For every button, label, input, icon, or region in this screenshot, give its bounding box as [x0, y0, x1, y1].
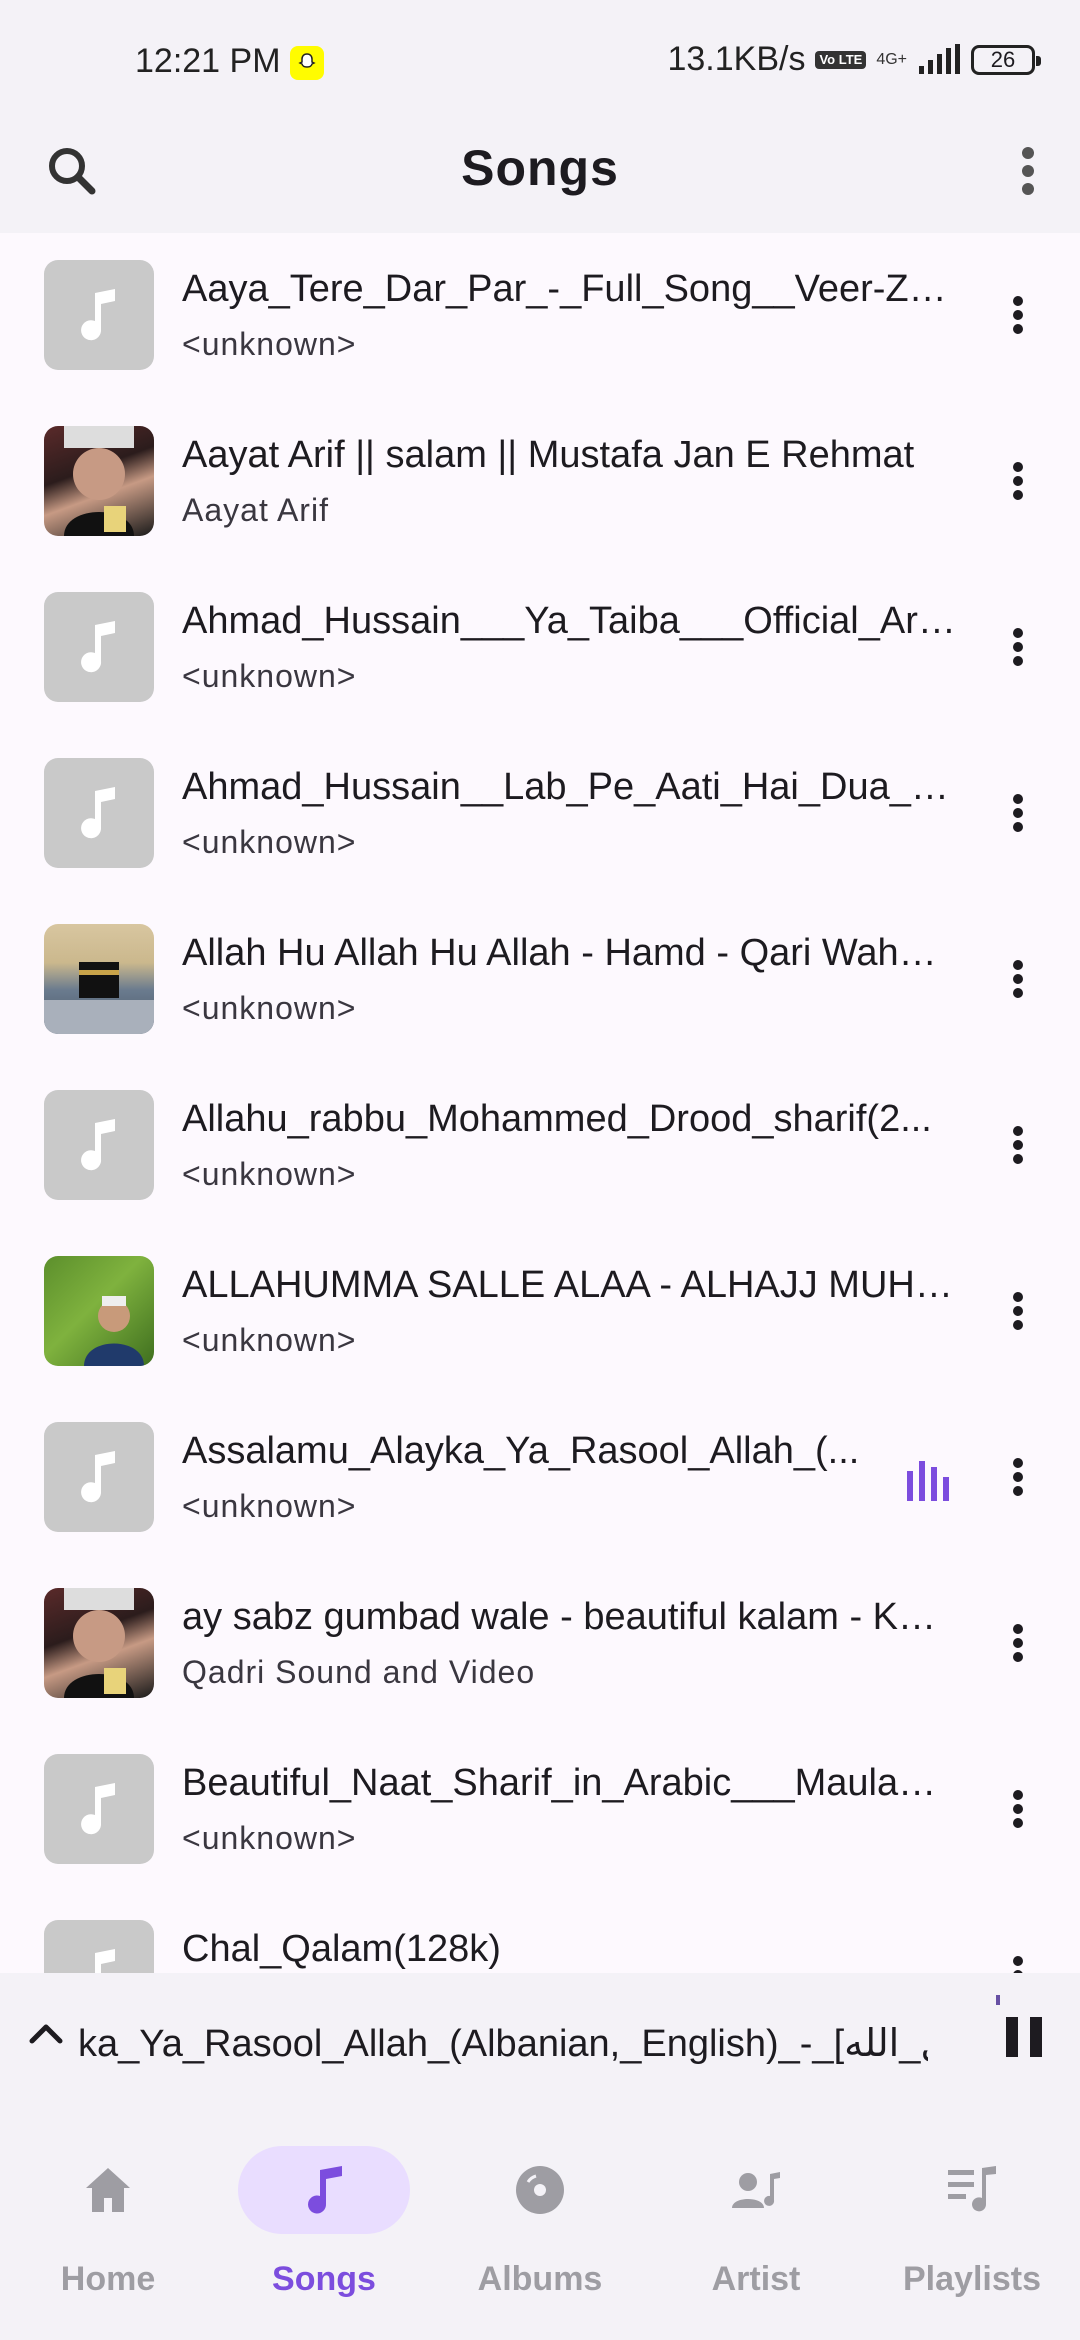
- song-thumbnail-placeholder: [44, 1422, 154, 1532]
- music-note-icon: [81, 787, 115, 839]
- song-artist: <unknown>: [182, 326, 357, 362]
- nav-artist-label: Artist: [711, 2260, 801, 2298]
- song-more-vert-icon[interactable]: [986, 283, 1050, 347]
- nav-albums[interactable]: Albums: [432, 2113, 648, 2340]
- song-row[interactable]: Aayat Arif || salam || Mustafa Jan E Reh…: [0, 399, 1080, 565]
- music-note-icon: [95, 1949, 115, 1973]
- song-artist: <unknown>: [182, 1322, 357, 1358]
- song-more-vert-icon[interactable]: [986, 1943, 1050, 1973]
- song-list[interactable]: Aaya_Tere_Dar_Par_-_Full_Song__Veer-Zara…: [0, 233, 1080, 1973]
- song-artist: <unknown>: [182, 1488, 357, 1524]
- song-more-vert-icon[interactable]: [986, 1445, 1050, 1509]
- pause-icon[interactable]: [996, 2009, 1052, 2065]
- song-thumbnail-placeholder: [44, 758, 154, 868]
- song-more-vert-icon[interactable]: [986, 1777, 1050, 1841]
- song-row[interactable]: Ahmad_Hussain___Ya_Taiba___Official_Arab…: [0, 565, 1080, 731]
- album-icon: [516, 2166, 564, 2214]
- song-title: Ahmad_Hussain__Lab_Pe_Aati_Hai_Dua__Offi…: [182, 766, 957, 808]
- song-row[interactable]: Beautiful_Naat_Sharif_in_Arabic___Maula_…: [0, 1727, 1080, 1893]
- song-row[interactable]: Ahmad_Hussain__Lab_Pe_Aati_Hai_Dua__Offi…: [0, 731, 1080, 897]
- song-title: Ahmad_Hussain___Ya_Taiba___Official_Arab…: [182, 600, 957, 642]
- music-note-icon: [81, 621, 115, 673]
- song-thumbnail-placeholder: [44, 592, 154, 702]
- song-row[interactable]: Allahu_rabbu_Mohammed_Drood_sharif(2... <…: [0, 1063, 1080, 1229]
- bottom-navigation: Home Songs Albums Artist Playlists: [0, 2113, 1080, 2340]
- now-playing-equalizer-icon: [907, 1461, 949, 1501]
- song-title: Chal_Qalam(128k): [182, 1928, 501, 1970]
- song-row[interactable]: Chal_Qalam(128k): [0, 1893, 1080, 1973]
- music-note-icon: [81, 1119, 115, 1171]
- music-note-icon: [81, 289, 115, 341]
- home-icon: [86, 2168, 130, 2212]
- song-title: Beautiful_Naat_Sharif_in_Arabic___Maula_…: [182, 1762, 957, 1804]
- nav-artist[interactable]: Artist: [648, 2113, 864, 2340]
- song-more-vert-icon[interactable]: [986, 781, 1050, 845]
- nav-playlists[interactable]: Playlists: [864, 2113, 1080, 2340]
- overflow-menu-button[interactable]: [988, 139, 1052, 203]
- artist-icon: [732, 2172, 780, 2208]
- chevron-up-icon[interactable]: [24, 2013, 68, 2057]
- song-row[interactable]: ALLAHUMMA SALLE ALAA - ALHAJJ MUHAMMAD <u…: [0, 1229, 1080, 1395]
- battery-icon: 26: [971, 44, 1041, 75]
- song-title: ay sabz gumbad wale - beautiful kalam - …: [182, 1596, 957, 1638]
- song-more-vert-icon[interactable]: [986, 1113, 1050, 1177]
- now-playing-title: ka_Ya_Rasool_Allah_(Albanian,_English)_-…: [78, 2023, 928, 2065]
- song-thumbnail-image: [44, 924, 154, 1034]
- song-thumbnail-image: [44, 426, 154, 536]
- volte-icon: Vo LTE: [815, 50, 867, 69]
- status-time: 12:21 PM: [135, 42, 281, 80]
- song-artist: Aayat Arif: [182, 492, 329, 528]
- more-vert-icon: [1022, 147, 1034, 195]
- app-bar: Songs: [0, 125, 1080, 233]
- song-more-vert-icon[interactable]: [986, 615, 1050, 679]
- playlist-icon: [948, 2166, 996, 2212]
- mini-player-progress: [996, 1995, 1000, 2005]
- nav-songs-label: Songs: [272, 2260, 376, 2298]
- nav-playlists-label: Playlists: [903, 2260, 1041, 2298]
- song-thumbnail-placeholder: [44, 260, 154, 370]
- song-row[interactable]: ay sabz gumbad wale - beautiful kalam - …: [0, 1561, 1080, 1727]
- nav-home[interactable]: Home: [0, 2113, 216, 2340]
- status-bar: 12:21 PM 13.1KB/s Vo LTE 4G+ 26: [0, 0, 1080, 125]
- song-thumbnail-placeholder: [44, 1920, 154, 1973]
- song-artist: <unknown>: [182, 658, 357, 694]
- song-more-vert-icon[interactable]: [986, 449, 1050, 513]
- song-thumbnail-placeholder: [44, 1754, 154, 1864]
- song-thumbnail-image: [44, 1588, 154, 1698]
- song-row[interactable]: Assalamu_Alayka_Ya_Rasool_Allah_(... <unk…: [0, 1395, 1080, 1561]
- song-more-vert-icon[interactable]: [986, 1279, 1050, 1343]
- song-row[interactable]: Aaya_Tere_Dar_Par_-_Full_Song__Veer-Zara…: [0, 233, 1080, 399]
- song-artist: Qadri Sound and Video: [182, 1654, 536, 1690]
- song-thumbnail-placeholder: [44, 1090, 154, 1200]
- song-artist: <unknown>: [182, 990, 357, 1026]
- signal-icon: [919, 43, 960, 74]
- page-title: Songs: [461, 140, 619, 196]
- nav-songs[interactable]: Songs: [216, 2113, 432, 2340]
- song-title: Allah Hu Allah Hu Allah - Hamd - Qari Wa…: [182, 932, 957, 974]
- nav-home-label: Home: [60, 2260, 156, 2298]
- song-row[interactable]: Allah Hu Allah Hu Allah - Hamd - Qari Wa…: [0, 897, 1080, 1063]
- song-thumbnail-image: [44, 1256, 154, 1366]
- mini-player[interactable]: ka_Ya_Rasool_Allah_(Albanian,_English)_-…: [0, 1973, 1080, 2113]
- music-note-icon: [308, 2166, 342, 2214]
- network-type: 4G+: [876, 50, 907, 68]
- song-more-vert-icon[interactable]: [986, 1611, 1050, 1675]
- snapchat-notification-icon: [290, 46, 324, 80]
- song-title: Aayat Arif || salam || Mustafa Jan E Reh…: [182, 434, 915, 476]
- song-title: Allahu_rabbu_Mohammed_Drood_sharif(2...: [182, 1098, 932, 1140]
- network-speed: 13.1KB/s: [667, 40, 806, 78]
- song-title: ALLAHUMMA SALLE ALAA - ALHAJJ MUHAMMAD: [182, 1264, 957, 1306]
- music-note-icon: [81, 1783, 115, 1835]
- music-note-icon: [81, 1451, 115, 1503]
- status-indicators: 13.1KB/s Vo LTE 4G+ 26: [667, 40, 1041, 79]
- song-artist: <unknown>: [182, 824, 357, 860]
- nav-albums-label: Albums: [477, 2260, 603, 2298]
- song-title: Assalamu_Alayka_Ya_Rasool_Allah_(...: [182, 1430, 860, 1472]
- song-title: Aaya_Tere_Dar_Par_-_Full_Song__Veer-Zara: [182, 268, 957, 310]
- song-artist: <unknown>: [182, 1156, 357, 1192]
- song-artist: <unknown>: [182, 1820, 357, 1856]
- song-more-vert-icon[interactable]: [986, 947, 1050, 1011]
